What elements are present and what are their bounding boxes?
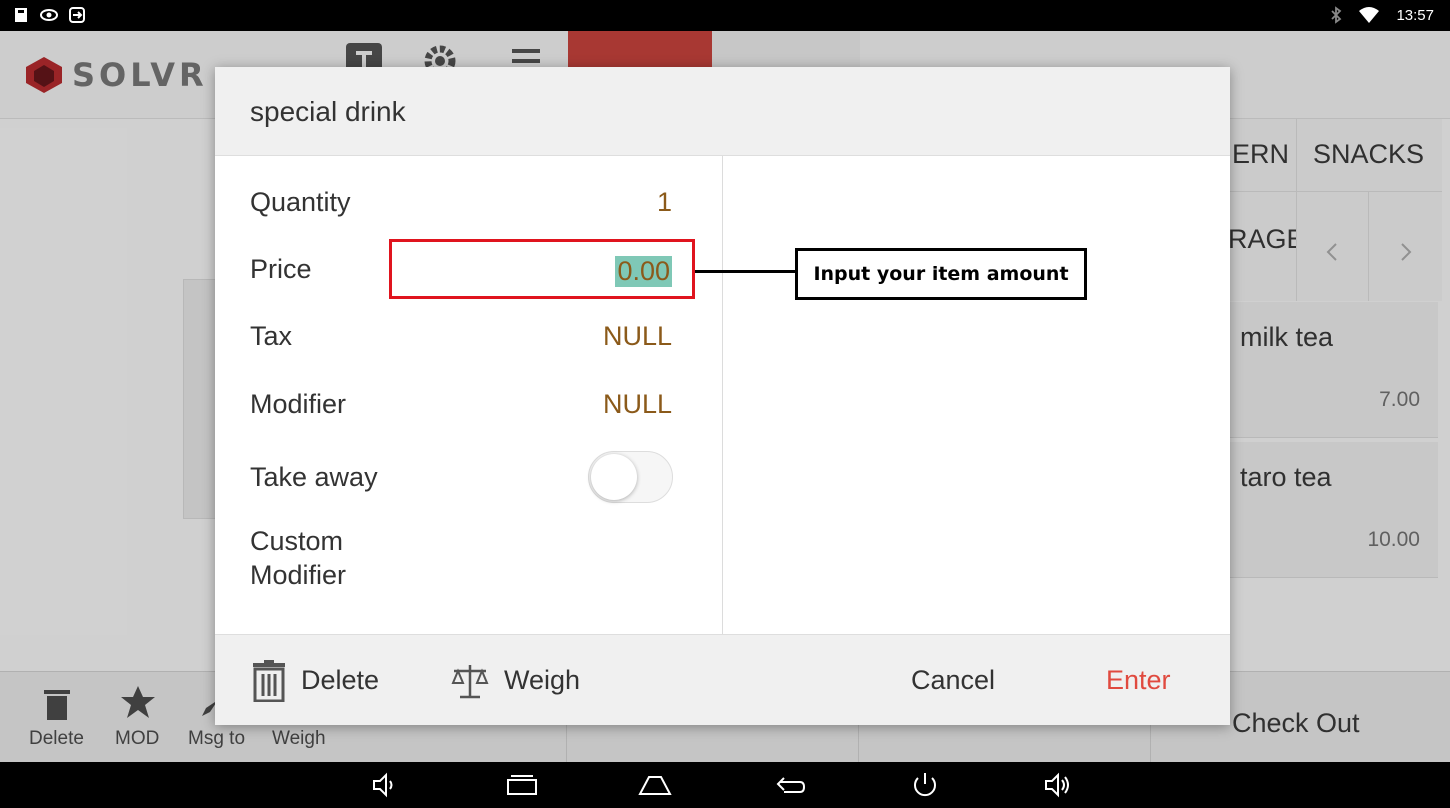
volume-up-icon[interactable]	[1040, 770, 1076, 800]
enter-button[interactable]: Enter	[1106, 635, 1171, 726]
dialog-divider	[722, 156, 723, 634]
modifier-label: Modifier	[250, 389, 347, 419]
back-icon[interactable]	[772, 770, 808, 800]
quantity-label: Quantity	[250, 187, 351, 217]
toggle-knob	[591, 454, 637, 500]
custom-modifier-label[interactable]: Custom Modifier	[250, 524, 346, 592]
remote-icon	[69, 7, 85, 23]
scale-icon	[451, 664, 489, 698]
callout-text: Input your item amount	[813, 263, 1069, 285]
eye-icon	[40, 9, 58, 21]
price-input[interactable]: 0.00	[389, 239, 695, 299]
take-away-toggle[interactable]	[588, 451, 673, 503]
delete-button-label: Delete	[301, 665, 380, 695]
clock: 13:57	[1396, 6, 1434, 24]
wifi-icon	[1359, 7, 1380, 23]
price-value: 0.00	[615, 256, 672, 287]
dialog-header: special drink	[215, 67, 1230, 156]
delete-button[interactable]: Delete	[251, 635, 379, 726]
power-icon[interactable]	[907, 770, 943, 800]
weigh-button[interactable]: Weigh	[450, 635, 580, 726]
enter-button-label: Enter	[1106, 665, 1171, 695]
recent-apps-icon[interactable]	[504, 770, 540, 800]
tax-value[interactable]: NULL	[603, 321, 672, 352]
android-nav-bar	[0, 762, 1450, 808]
home-icon[interactable]	[637, 770, 673, 800]
bluetooth-icon	[1331, 6, 1342, 24]
dialog-title: special drink	[250, 96, 406, 127]
callout-box: Input your item amount	[795, 248, 1087, 300]
weigh-button-label: Weigh	[504, 665, 581, 695]
quantity-value[interactable]: 1	[657, 187, 672, 218]
status-bar: 13:57	[0, 0, 1450, 31]
volume-down-icon[interactable]	[368, 770, 404, 800]
modifier-value[interactable]: NULL	[603, 389, 672, 420]
item-edit-dialog: special drink Quantity 1 Price 0.00 Tax …	[215, 67, 1230, 725]
trash-icon	[253, 659, 285, 702]
dialog-footer: Delete Weigh Cancel Enter	[215, 634, 1230, 725]
sd-card-icon	[15, 8, 27, 22]
price-label: Price	[250, 254, 312, 284]
tax-label: Tax	[250, 321, 293, 351]
cancel-button-label: Cancel	[911, 665, 996, 695]
take-away-label: Take away	[250, 462, 378, 492]
callout-pointer	[695, 270, 796, 273]
cancel-button[interactable]: Cancel	[911, 635, 995, 726]
